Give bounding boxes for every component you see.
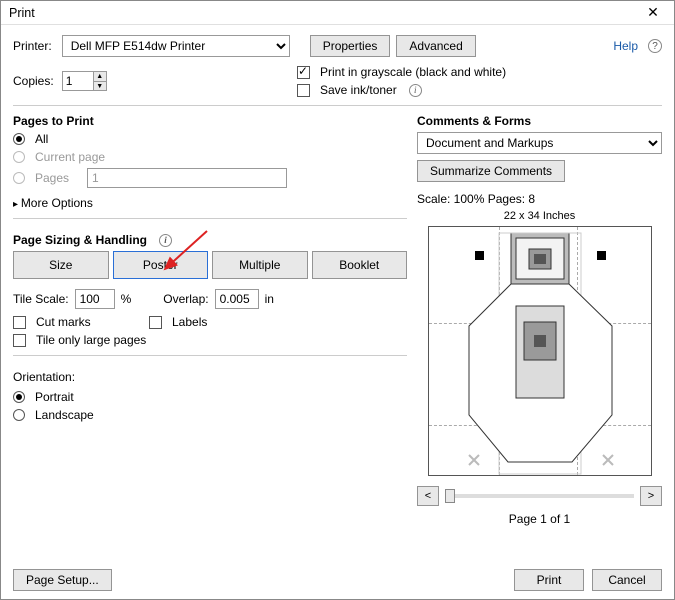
close-icon[interactable]: ✕ bbox=[636, 2, 670, 24]
preview-dims: 22 x 34 Inches bbox=[417, 210, 662, 222]
pages-range-radio[interactable] bbox=[13, 172, 25, 184]
page-of-text: Page 1 of 1 bbox=[417, 512, 662, 526]
copies-down[interactable]: ▼ bbox=[93, 81, 107, 91]
portrait-radio[interactable] bbox=[13, 391, 25, 403]
save-ink-label: Save ink/toner bbox=[320, 83, 397, 97]
preview-next-button[interactable]: > bbox=[640, 486, 662, 506]
multiple-button[interactable]: Multiple bbox=[212, 251, 308, 279]
printer-label: Printer: bbox=[13, 39, 52, 53]
percent-label: % bbox=[121, 292, 132, 306]
window-title: Print bbox=[9, 6, 35, 20]
print-preview bbox=[428, 226, 652, 476]
pages-all-label: All bbox=[35, 132, 48, 146]
pages-title: Pages to Print bbox=[13, 114, 407, 128]
copies-up[interactable]: ▲ bbox=[93, 71, 107, 81]
overlap-label: Overlap: bbox=[163, 292, 208, 306]
pages-range-label: Pages bbox=[35, 171, 81, 185]
cut-marks-checkbox[interactable] bbox=[13, 316, 26, 329]
poster-button[interactable]: Poster bbox=[113, 251, 209, 279]
sizing-info-icon: i bbox=[159, 234, 172, 247]
pages-all-radio[interactable] bbox=[13, 133, 25, 145]
print-button[interactable]: Print bbox=[514, 569, 584, 591]
preview-slider[interactable] bbox=[445, 494, 634, 498]
tile-large-checkbox[interactable] bbox=[13, 334, 26, 347]
portrait-label: Portrait bbox=[35, 390, 74, 404]
labels-label: Labels bbox=[172, 315, 207, 329]
labels-checkbox[interactable] bbox=[149, 316, 162, 329]
help-icon[interactable]: ? bbox=[648, 39, 662, 53]
grayscale-checkbox[interactable] bbox=[297, 66, 310, 79]
overlap-input[interactable] bbox=[215, 289, 259, 309]
scale-pages-text: Scale: 100% Pages: 8 bbox=[417, 192, 662, 206]
grayscale-label: Print in grayscale (black and white) bbox=[320, 65, 506, 79]
orientation-title: Orientation: bbox=[13, 370, 407, 384]
info-icon: i bbox=[409, 84, 422, 97]
landscape-label: Landscape bbox=[35, 408, 94, 422]
save-ink-checkbox[interactable] bbox=[297, 84, 310, 97]
summarize-comments-button[interactable]: Summarize Comments bbox=[417, 160, 565, 182]
advanced-button[interactable]: Advanced bbox=[396, 35, 475, 57]
size-button[interactable]: Size bbox=[13, 251, 109, 279]
copies-input[interactable] bbox=[62, 71, 94, 91]
cancel-button[interactable]: Cancel bbox=[592, 569, 662, 591]
tile-scale-label: Tile Scale: bbox=[13, 292, 69, 306]
overlap-unit: in bbox=[265, 292, 274, 306]
pages-current-label: Current page bbox=[35, 150, 105, 164]
more-options[interactable]: More Options bbox=[13, 196, 407, 210]
help-link[interactable]: Help bbox=[613, 39, 638, 53]
preview-prev-button[interactable]: < bbox=[417, 486, 439, 506]
tile-large-label: Tile only large pages bbox=[36, 333, 146, 347]
cut-marks-label: Cut marks bbox=[36, 315, 91, 329]
booklet-button[interactable]: Booklet bbox=[312, 251, 408, 279]
sizing-title: Page Sizing & Handling bbox=[13, 233, 147, 247]
tile-scale-input[interactable] bbox=[75, 289, 115, 309]
comments-forms-select[interactable]: Document and Markups bbox=[417, 132, 662, 154]
comments-forms-title: Comments & Forms bbox=[417, 114, 662, 128]
pages-current-radio[interactable] bbox=[13, 151, 25, 163]
printer-select[interactable]: Dell MFP E514dw Printer bbox=[62, 35, 290, 57]
properties-button[interactable]: Properties bbox=[310, 35, 391, 57]
pages-range-input bbox=[87, 168, 287, 188]
page-setup-button[interactable]: Page Setup... bbox=[13, 569, 112, 591]
copies-label: Copies: bbox=[13, 74, 54, 88]
landscape-radio[interactable] bbox=[13, 409, 25, 421]
